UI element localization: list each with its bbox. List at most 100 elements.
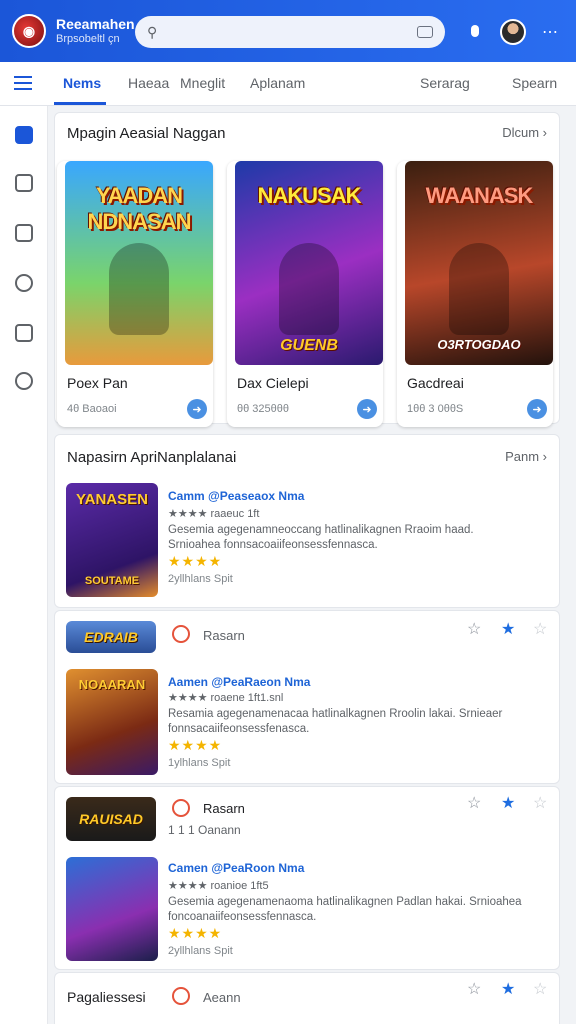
active-tab-indicator xyxy=(54,102,106,105)
open-game-icon[interactable]: ➜ xyxy=(187,399,207,419)
game-list-title[interactable]: Aamen @PeaRaeon Nma xyxy=(168,675,310,689)
fire-icon xyxy=(172,625,190,643)
game-list-title[interactable]: Camen @PeaRoon Nma xyxy=(168,861,304,875)
app-name: Reeamahen xyxy=(56,16,135,32)
search-icon: ⚲ xyxy=(147,23,158,40)
game-list-subtitle: ★★★★ roaene 1ft1.snl xyxy=(168,692,284,704)
app-title-block: Reeamahen Brpsobeltl çn xyxy=(56,16,135,46)
thumbnail-logo: YANASEN xyxy=(76,491,148,508)
game-list-meta: 2yllhlans Spit xyxy=(168,945,233,957)
cover-character xyxy=(449,243,509,335)
star-outline-icon[interactable]: ☆ xyxy=(467,619,481,639)
game-badge[interactable]: EDRAIB xyxy=(66,621,156,653)
featured-game-card[interactable]: WAANASK O3RTOGDAO Gacdreai 1θθ 3 0θθS ➜ xyxy=(397,161,553,427)
avatar[interactable] xyxy=(500,19,526,45)
tab-serarag[interactable]: Serarag xyxy=(420,75,470,91)
side-navigation-rail xyxy=(0,106,48,1024)
game-list-meta: 2yllhlans Spit xyxy=(168,573,233,585)
game-list-meta: 1ylhlans Spit xyxy=(168,757,231,769)
game-list-description: Gesemia agegenamneoccang hatlinalikagnen… xyxy=(168,524,474,551)
rating-stars: ★★★★ xyxy=(168,925,223,941)
featured-section: Mpagin Aeasial Naggan Dlcum › YAADAN NDN… xyxy=(54,112,560,427)
star-outline-icon[interactable]: ☆ xyxy=(467,793,481,813)
app-subtitle: Brpsobeltl çn xyxy=(56,33,120,45)
tab-haeaa[interactable]: Haeaa xyxy=(128,75,169,91)
star-empty-icon[interactable]: ☆ xyxy=(533,793,547,813)
star-empty-icon[interactable]: ☆ xyxy=(533,979,547,999)
game-meta: 1θθ 3 0θθS xyxy=(407,403,464,415)
settings-icon[interactable] xyxy=(15,372,33,390)
game-cover-art: YAADAN NDNASAN xyxy=(65,161,213,365)
more-options-icon[interactable]: ⋯ xyxy=(542,22,558,42)
game-cover-art: WAANASK O3RTOGDAO xyxy=(405,161,553,365)
cover-logo-text: NAKUSAK xyxy=(257,183,362,208)
row-header-text: Rasarn xyxy=(203,628,245,643)
open-game-icon[interactable]: ➜ xyxy=(527,399,547,419)
list-section: Napasirn ApriNanplalanai Panm › YANASEN … xyxy=(54,434,560,608)
list-link-label: Panm xyxy=(505,449,540,464)
star-filled-icon[interactable]: ★ xyxy=(501,619,515,639)
cover-character xyxy=(109,243,169,335)
open-game-icon[interactable]: ➜ xyxy=(357,399,377,419)
game-list-subtitle: ★★★★ roanioe 1ft5 xyxy=(168,880,269,892)
search-input[interactable] xyxy=(165,24,417,40)
tab-aplanam[interactable]: Aplanam xyxy=(250,75,305,91)
cover-subtitle-text: O3RTOGDAO xyxy=(437,337,521,352)
cover-logo-text: YAADAN NDNASAN xyxy=(87,183,192,234)
featured-game-card[interactable]: YAADAN NDNASAN Poex Pan 4θ Baoaoi ➜ xyxy=(57,161,213,427)
check-icon[interactable] xyxy=(15,274,33,292)
footer-row-text: Aeann xyxy=(203,990,241,1005)
rating-stars: ★★★★ xyxy=(168,737,223,753)
star-outline-icon[interactable]: ☆ xyxy=(467,979,481,999)
search-bar[interactable]: ⚲ xyxy=(135,16,445,48)
game-list-subtitle: ★★★★ raaeuc 1ft xyxy=(168,508,260,520)
game-meta: 4θ Baoaoi xyxy=(67,403,117,415)
list-item: Pagaliessesi Aeann ☆ ★ ☆ xyxy=(54,972,560,1024)
list-item: RAUISAD Rasarn 1 1 1 Oanann ☆ ★ ☆ Camen … xyxy=(54,786,560,970)
tab-spearn[interactable]: Spearn xyxy=(512,75,557,91)
row-header-text: Rasarn xyxy=(203,801,245,816)
star-filled-icon[interactable]: ★ xyxy=(501,979,515,999)
game-badge[interactable]: RAUISAD xyxy=(66,797,156,841)
store-icon[interactable] xyxy=(15,224,33,242)
featured-see-more-link[interactable]: Dlcum › xyxy=(502,125,547,140)
featured-title: Mpagin Aeasial Naggan xyxy=(67,125,226,142)
game-thumbnail[interactable]: NOAARAN xyxy=(66,669,158,775)
home-icon[interactable] xyxy=(15,126,33,144)
game-title: Poex Pan xyxy=(67,375,128,391)
fire-icon xyxy=(172,987,190,1005)
keyboard-icon[interactable] xyxy=(417,26,433,38)
microphone-icon[interactable] xyxy=(466,20,484,42)
list-section-title: Napasirn ApriNanplalanai xyxy=(67,449,237,466)
game-meta: θθ 325θθθ xyxy=(237,403,289,415)
tab-nems[interactable]: Nems xyxy=(63,75,101,91)
footer-row-title[interactable]: Pagaliessesi xyxy=(67,989,146,1005)
list-item: EDRAIB Rasarn ☆ ★ ☆ NOAARAN Aamen @PeaRa… xyxy=(54,610,560,784)
row-header-subtext: 1 1 1 Oanann xyxy=(168,823,241,837)
featured-game-card[interactable]: NAKUSAK GUENB Dax Cielepi θθ 325θθθ ➜ xyxy=(227,161,383,427)
game-list-description: Resamia agegenamenacaa hatlinalkagnen Rr… xyxy=(168,708,503,735)
tab-bar: Nems Haeaa Mneglit Aplanam Serarag Spear… xyxy=(0,62,576,106)
cover-subtitle-text: GUENB xyxy=(280,337,338,354)
cover-logo-text: WAANASK xyxy=(425,183,534,208)
list-see-more-link[interactable]: Panm › xyxy=(505,449,547,464)
star-empty-icon[interactable]: ☆ xyxy=(533,619,547,639)
game-cover-art: NAKUSAK GUENB xyxy=(235,161,383,365)
folder-icon[interactable] xyxy=(15,324,33,342)
app-logo[interactable]: ◉ xyxy=(12,14,46,48)
thumbnail-label: SOUTAME xyxy=(84,575,140,587)
game-thumbnail[interactable] xyxy=(66,857,158,961)
tab-mneglit[interactable]: Mneglit xyxy=(180,75,225,91)
game-thumbnail[interactable]: YANASEN SOUTAME xyxy=(66,483,158,597)
thumbnail-logo: NOAARAN xyxy=(78,677,146,692)
game-title: Dax Cielepi xyxy=(237,375,309,391)
clock-icon xyxy=(172,799,190,817)
cover-character xyxy=(279,243,339,335)
menu-icon[interactable] xyxy=(14,76,32,90)
star-filled-icon[interactable]: ★ xyxy=(501,793,515,813)
rating-stars: ★★★★ xyxy=(168,553,223,569)
top-app-bar: ◉ Reeamahen Brpsobeltl çn ⚲ ⋯ xyxy=(0,0,576,62)
game-list-description: Gesemia agegenamenaoma hatlinalikagnen P… xyxy=(168,896,522,923)
calendar-icon[interactable] xyxy=(15,174,33,192)
game-list-title[interactable]: Camm @Peaseaox Nma xyxy=(168,489,304,503)
